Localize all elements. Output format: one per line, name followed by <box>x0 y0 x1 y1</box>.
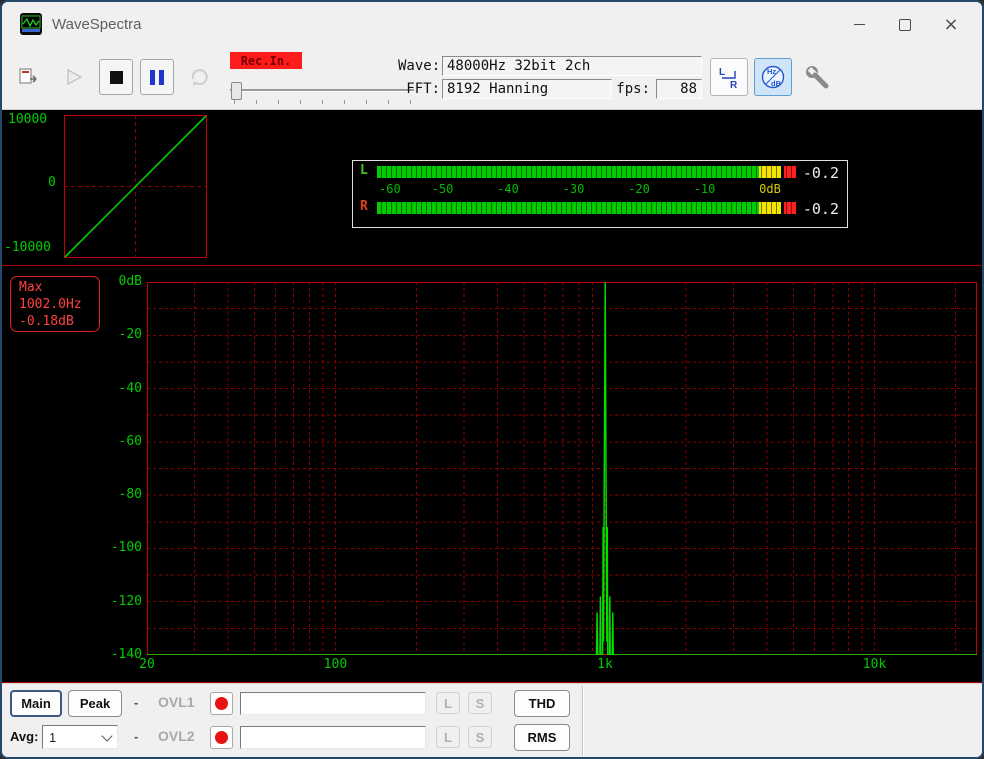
ovl1-save-button[interactable]: S <box>468 692 492 714</box>
stop-icon <box>110 71 123 84</box>
pause-button[interactable] <box>140 59 174 95</box>
lissajous-ymax-label: 10000 <box>8 112 47 127</box>
svg-text:Hz: Hz <box>767 67 776 76</box>
toolbar: Rec.In. Wave: 48000Hz 32bit 2ch FFT: 819… <box>2 47 982 110</box>
slider-ticks <box>234 100 414 104</box>
ovl2-load-button[interactable]: L <box>436 726 460 748</box>
ovl2-save-button[interactable]: S <box>468 726 492 748</box>
x-tick-label: 10k <box>863 657 886 672</box>
stop-button[interactable] <box>99 59 133 95</box>
y-tick-label: -20 <box>94 327 142 342</box>
x-tick-label: 20 <box>139 657 155 672</box>
y-tick-label: -140 <box>94 647 142 662</box>
meter-left-label: L <box>360 163 368 178</box>
lissajous-yzero-label: 0 <box>48 175 56 190</box>
y-tick-label: -60 <box>94 434 142 449</box>
play-button[interactable] <box>57 59 91 95</box>
ovl2-color-icon <box>215 731 228 744</box>
level-meter-box: L -60-50-40-30-20-100dB R -0.2 -0.2 <box>352 160 848 228</box>
scope-meter-panel: 10000 0 -10000 L -60-50-40-30-20-100dB R… <box>2 110 982 265</box>
main-tab-button[interactable]: Main <box>10 690 62 717</box>
x-tick-label: 100 <box>324 657 347 672</box>
y-tick-label: 0dB <box>94 274 142 289</box>
meter-right-bar <box>377 201 797 215</box>
minimize-button[interactable] <box>836 8 882 42</box>
play-icon <box>64 67 84 87</box>
fps-label: fps: <box>614 81 650 97</box>
avg-label: Avg: <box>10 729 38 744</box>
ovl1-color-button[interactable] <box>210 692 233 715</box>
meter-left-bar <box>377 165 797 179</box>
rms-button[interactable]: RMS <box>514 724 570 751</box>
app-icon <box>20 13 42 35</box>
device-select-icon <box>17 65 41 89</box>
hzdb-scale-button[interactable]: Hz dB <box>754 58 792 96</box>
fps-field: 88 <box>656 79 702 99</box>
avg-select[interactable]: 1 <box>42 725 118 749</box>
svg-text:R: R <box>730 80 738 90</box>
settings-button[interactable] <box>798 58 836 96</box>
ovl2-label: OVL2 <box>158 728 195 744</box>
lissajous-scope <box>64 115 207 258</box>
y-tick-label: -80 <box>94 487 142 502</box>
meter-right-label: R <box>360 199 368 214</box>
slider-thumb[interactable] <box>231 82 242 100</box>
titlebar[interactable]: WaveSpectra × <box>2 2 982 47</box>
ovl1-load-button[interactable]: L <box>436 692 460 714</box>
spectrum-panel: 0dB -20 -40 -60 -80 -100 -120 -140 20 100 1k 10k M… <box>2 265 982 683</box>
meter-left-value: -0.2 <box>803 164 839 182</box>
repeat-icon <box>189 66 211 88</box>
svg-text:dB: dB <box>771 79 782 88</box>
ovl1-label: OVL1 <box>158 694 195 710</box>
minimize-icon <box>854 24 865 25</box>
max-readout-level: -0.18dB <box>11 313 99 330</box>
fft-field: 8192 Hanning <box>442 79 612 99</box>
y-tick-label: -100 <box>94 540 142 555</box>
fft-label: FFT: <box>398 81 440 97</box>
wave-label: Wave: <box>398 58 440 74</box>
max-readout-box: Max 1002.0Hz -0.18dB <box>10 276 100 332</box>
ovl1-color-icon <box>215 697 228 710</box>
spectrum-plot <box>147 282 977 655</box>
rec-in-indicator: Rec.In. <box>230 52 302 69</box>
wrench-icon <box>803 63 831 91</box>
max-readout-freq: 1002.0Hz <box>11 296 99 313</box>
wave-field: 48000Hz 32bit 2ch <box>442 56 702 76</box>
maximize-button[interactable] <box>882 8 928 42</box>
slider-track <box>230 89 414 92</box>
input-device-button[interactable] <box>12 59 46 95</box>
close-button[interactable]: × <box>928 8 974 42</box>
separator-dash-2: - <box>134 729 138 744</box>
x-tick-label: 1k <box>597 657 613 672</box>
bottom-bar-divider <box>582 686 583 756</box>
hzdb-icon: Hz dB <box>760 64 786 90</box>
ovl2-color-button[interactable] <box>210 726 233 749</box>
meter-right-value: -0.2 <box>803 200 839 218</box>
wavespectra-window: WaveSpectra × <box>0 0 984 759</box>
ovl2-input[interactable] <box>240 726 426 749</box>
avg-value: 1 <box>49 730 56 745</box>
meter-scale: -60-50-40-30-20-100dB <box>377 182 797 197</box>
y-tick-label: -40 <box>94 381 142 396</box>
ovl1-input[interactable] <box>240 692 426 715</box>
svg-text:L: L <box>719 67 725 78</box>
lr-display-button[interactable]: L R <box>710 58 748 96</box>
lissajous-ymin-label: -10000 <box>4 240 51 255</box>
pause-icon <box>150 70 164 85</box>
repeat-button[interactable] <box>183 59 217 95</box>
thd-button[interactable]: THD <box>514 690 570 717</box>
separator-dash-1: - <box>134 695 138 710</box>
close-icon: × <box>943 16 958 34</box>
peak-tab-button[interactable]: Peak <box>68 690 122 717</box>
maximize-icon <box>899 19 911 31</box>
max-readout-title: Max <box>11 279 99 296</box>
position-slider[interactable] <box>230 80 414 104</box>
y-tick-label: -120 <box>94 594 142 609</box>
chevron-down-icon <box>101 730 112 741</box>
lr-icon: L R <box>716 64 742 90</box>
bottom-control-bar: Main Peak - OVL1 L S THD Avg: 1 - OVL2 L… <box>2 683 982 757</box>
window-title: WaveSpectra <box>52 16 141 33</box>
